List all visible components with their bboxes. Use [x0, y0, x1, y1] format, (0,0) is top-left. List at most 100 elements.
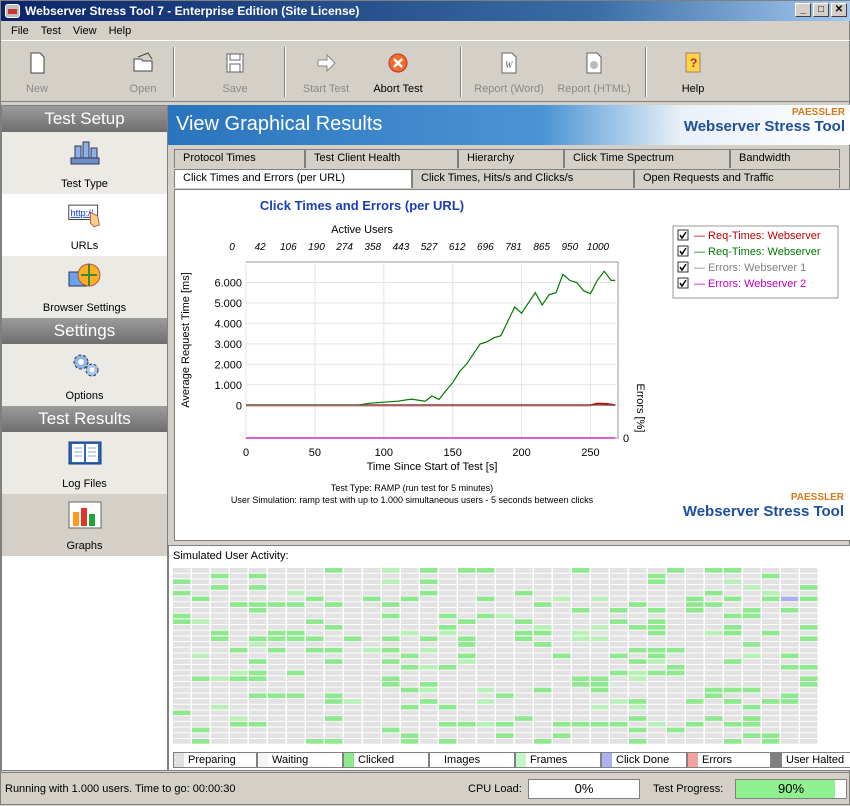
user-cell	[306, 710, 324, 716]
user-cell	[515, 596, 533, 602]
tab-hierarchy[interactable]: Hierarchy	[458, 149, 564, 168]
user-cell	[477, 590, 495, 596]
user-cell	[496, 596, 514, 602]
user-cell	[705, 727, 723, 733]
menu-help[interactable]: Help	[103, 25, 138, 37]
user-cell	[477, 596, 495, 602]
user-cell	[667, 727, 685, 733]
user-cell	[363, 619, 381, 624]
user-cell	[496, 636, 514, 642]
user-cell	[306, 659, 324, 664]
user-cell	[230, 607, 248, 613]
report-word-button[interactable]: W Report (Word)	[469, 41, 549, 101]
nav-test-type[interactable]: Test Type	[2, 132, 167, 194]
user-cell	[363, 664, 381, 670]
menu-file[interactable]: File	[5, 25, 35, 37]
user-cell	[363, 568, 381, 573]
save-button[interactable]: Save	[211, 41, 259, 101]
user-cell	[287, 739, 305, 744]
tab-protocol-times[interactable]: Protocol Times	[174, 149, 305, 168]
legend-label: Click Done	[616, 754, 670, 766]
user-cell	[629, 699, 647, 704]
open-button[interactable]: Open	[119, 41, 167, 101]
user-cell	[230, 721, 248, 727]
user-cell	[458, 573, 476, 579]
user-cell	[572, 682, 590, 687]
user-cell	[553, 664, 571, 670]
user-cell	[439, 590, 457, 596]
user-cell	[724, 619, 742, 624]
user-cell	[211, 647, 229, 653]
user-cell	[686, 710, 704, 716]
user-cell	[534, 568, 552, 573]
user-cell	[743, 568, 761, 573]
legend-item: User Halted	[771, 752, 850, 768]
start-test-button[interactable]: Start Test	[296, 41, 356, 101]
tab-open-requests[interactable]: Open Requests and Traffic	[634, 169, 840, 188]
help-button[interactable]: ? Help	[669, 41, 717, 101]
user-cell	[173, 613, 191, 619]
minimize-button[interactable]: _	[795, 3, 811, 17]
user-cell	[458, 647, 476, 653]
report-html-button[interactable]: Report (HTML)	[553, 41, 635, 101]
user-cell	[496, 653, 514, 659]
nav-urls[interactable]: http:// URLs	[2, 194, 167, 256]
user-cell	[629, 585, 647, 590]
abort-test-button[interactable]: Abort Test	[367, 41, 429, 101]
user-cell	[667, 596, 685, 602]
tab-click-times-errors[interactable]: Click Times and Errors (per URL)	[174, 169, 412, 188]
user-cell	[287, 664, 305, 670]
user-cell	[477, 716, 495, 721]
menu-test[interactable]: Test	[35, 25, 67, 37]
user-cell	[458, 693, 476, 699]
nav-browser-settings[interactable]: Browser Settings	[2, 256, 167, 318]
user-cell	[401, 733, 419, 738]
activity-grid	[173, 568, 818, 744]
user-cell	[743, 573, 761, 579]
user-cell	[306, 630, 324, 636]
user-cell	[515, 682, 533, 687]
user-cell	[743, 653, 761, 659]
user-cell	[211, 568, 229, 573]
user-cell	[572, 664, 590, 670]
user-cell	[553, 653, 571, 659]
user-cell	[762, 727, 780, 733]
user-cell	[515, 647, 533, 653]
menu-view[interactable]: View	[67, 25, 103, 37]
user-cell	[762, 704, 780, 710]
user-cell	[192, 659, 210, 664]
user-cell	[382, 710, 400, 716]
user-cell	[344, 693, 362, 699]
user-cell	[553, 716, 571, 721]
user-cell	[743, 682, 761, 687]
user-cell	[686, 716, 704, 721]
user-cell	[667, 625, 685, 630]
nav-graphs[interactable]: Graphs	[2, 494, 167, 556]
user-cell	[591, 733, 609, 738]
tab-click-times-hits[interactable]: Click Times, Hits/s and Clicks/s	[412, 169, 634, 188]
user-cell	[705, 642, 723, 647]
nav-options[interactable]: Options	[2, 344, 167, 406]
new-button[interactable]: New	[13, 41, 61, 101]
user-cell	[667, 619, 685, 624]
user-cell	[325, 630, 343, 636]
tab-click-time-spectrum[interactable]: Click Time Spectrum	[564, 149, 730, 168]
user-cell	[173, 619, 191, 624]
user-cell	[629, 693, 647, 699]
user-cell	[724, 682, 742, 687]
nav-log-files[interactable]: Log Files	[2, 432, 167, 494]
user-cell	[610, 590, 628, 596]
user-cell	[648, 727, 666, 733]
user-cell	[781, 716, 799, 721]
user-cell	[553, 699, 571, 704]
user-cell	[762, 699, 780, 704]
user-cell	[306, 579, 324, 585]
user-cell	[382, 704, 400, 710]
maximize-button[interactable]: □	[813, 3, 829, 17]
x-tick-label: 250	[581, 447, 599, 459]
close-button[interactable]: ✕	[831, 3, 847, 17]
tab-bandwidth[interactable]: Bandwidth	[730, 149, 840, 168]
legend-label: Clicked	[358, 754, 395, 766]
tab-test-client-health[interactable]: Test Client Health	[305, 149, 458, 168]
user-cell	[629, 664, 647, 670]
